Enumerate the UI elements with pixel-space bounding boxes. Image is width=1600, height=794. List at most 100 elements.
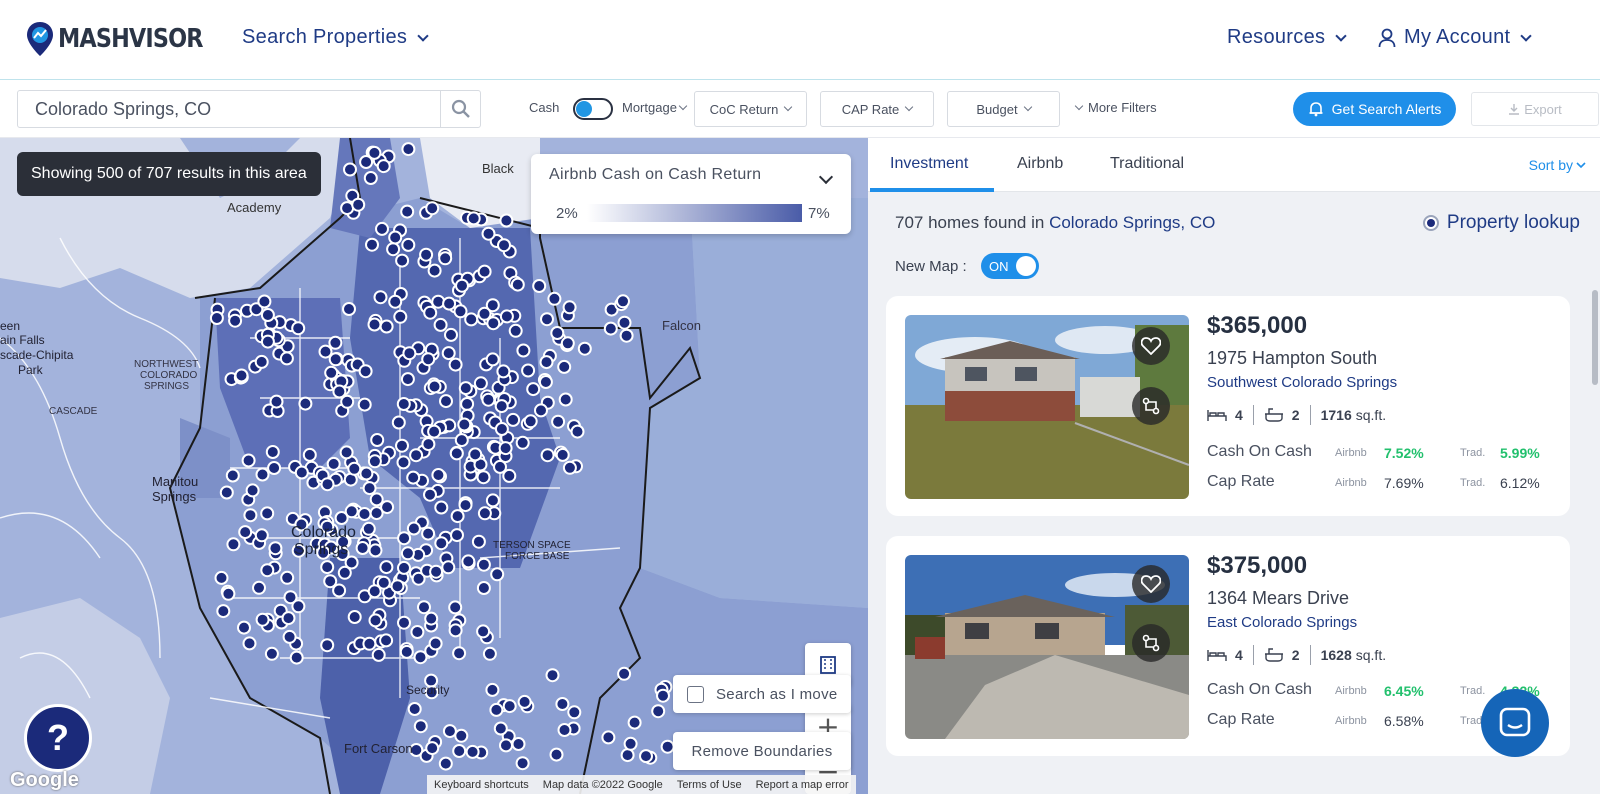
property-marker[interactable]	[326, 456, 341, 471]
property-marker[interactable]	[243, 508, 258, 523]
homes-city-link[interactable]: Colorado Springs, CO	[1049, 213, 1215, 232]
property-marker[interactable]	[396, 397, 411, 411]
property-marker[interactable]	[452, 744, 467, 758]
property-marker[interactable]	[506, 412, 521, 427]
property-marker[interactable]	[376, 159, 391, 174]
property-marker[interactable]	[400, 546, 415, 561]
property-marker[interactable]	[260, 308, 275, 322]
property-marker[interactable]	[517, 694, 532, 709]
property-marker[interactable]	[371, 647, 386, 662]
property-marker[interactable]	[369, 492, 384, 507]
tab-airbnb[interactable]: Airbnb	[1017, 155, 1063, 173]
property-marker[interactable]	[476, 581, 491, 595]
property-marker[interactable]	[410, 625, 425, 639]
property-marker[interactable]	[234, 368, 249, 383]
property-marker[interactable]	[439, 394, 453, 409]
map-view[interactable]: Black Academy Falcon een ain Falls scade…	[0, 138, 868, 794]
property-marker[interactable]	[425, 741, 440, 756]
property-marker[interactable]	[255, 467, 270, 482]
property-marker[interactable]	[493, 459, 507, 474]
property-marker[interactable]	[252, 580, 266, 595]
property-marker[interactable]	[282, 629, 297, 644]
property-marker[interactable]	[362, 481, 377, 496]
property-marker[interactable]	[417, 600, 431, 615]
listing-address[interactable]: 1364 Mears Drive	[1207, 588, 1349, 609]
property-marker[interactable]	[241, 453, 256, 468]
property-marker[interactable]	[367, 317, 382, 332]
property-marker[interactable]	[508, 323, 523, 338]
panel-scrollbar[interactable]	[1592, 290, 1598, 385]
property-marker[interactable]	[401, 142, 416, 157]
property-marker[interactable]	[617, 666, 632, 681]
property-marker[interactable]	[265, 445, 280, 459]
property-marker[interactable]	[497, 238, 511, 253]
property-marker[interactable]	[367, 454, 382, 469]
remove-boundaries-button[interactable]: Remove Boundaries	[673, 732, 851, 770]
radio-icon[interactable]	[1422, 215, 1439, 231]
property-marker[interactable]	[320, 560, 335, 575]
property-marker[interactable]	[549, 747, 564, 762]
property-marker[interactable]	[375, 221, 389, 236]
property-marker[interactable]	[267, 461, 282, 475]
property-marker[interactable]	[526, 382, 541, 397]
property-marker[interactable]	[482, 646, 497, 661]
property-marker[interactable]	[395, 438, 409, 453]
location-search-input[interactable]	[18, 91, 442, 127]
property-marker[interactable]	[363, 171, 378, 185]
property-marker[interactable]	[355, 541, 370, 555]
property-marker[interactable]	[464, 312, 479, 327]
property-marker[interactable]	[660, 739, 675, 754]
property-marker[interactable]	[386, 242, 401, 257]
chevron-down-icon[interactable]	[818, 169, 834, 185]
property-marker[interactable]	[362, 636, 377, 651]
get-search-alerts-button[interactable]: Get Search Alerts	[1293, 92, 1456, 126]
property-marker[interactable]	[539, 355, 554, 370]
property-marker[interactable]	[294, 465, 309, 480]
property-marker[interactable]	[485, 682, 500, 697]
property-marker[interactable]	[442, 296, 457, 311]
more-filters-button[interactable]: More Filters	[1074, 100, 1157, 115]
property-marker[interactable]	[342, 302, 356, 316]
property-marker[interactable]	[339, 445, 354, 460]
resources-menu[interactable]: Resources	[1227, 26, 1347, 49]
property-marker[interactable]	[603, 321, 618, 336]
property-marker[interactable]	[289, 650, 304, 665]
property-marker[interactable]	[421, 352, 436, 367]
property-marker[interactable]	[557, 359, 572, 374]
favorite-button[interactable]	[1132, 565, 1170, 603]
property-marker[interactable]	[448, 623, 463, 638]
tab-traditional[interactable]: Traditional	[1110, 155, 1184, 173]
property-marker[interactable]	[399, 644, 414, 659]
budget-filter[interactable]: Budget	[947, 91, 1060, 127]
property-marker[interactable]	[260, 506, 275, 521]
property-marker[interactable]	[254, 354, 269, 369]
property-marker[interactable]	[441, 346, 456, 361]
property-marker[interactable]	[499, 309, 514, 324]
compare-button[interactable]	[1132, 624, 1170, 662]
property-marker[interactable]	[444, 327, 458, 342]
property-marker[interactable]	[344, 504, 359, 519]
property-marker[interactable]	[550, 326, 565, 340]
property-marker[interactable]	[407, 702, 422, 716]
property-marker[interactable]	[238, 525, 253, 540]
property-marker[interactable]	[476, 624, 491, 639]
cash-mortgage-toggle[interactable]	[573, 98, 613, 120]
property-marker[interactable]	[465, 744, 480, 759]
property-marker[interactable]	[534, 403, 548, 418]
property-marker[interactable]	[547, 291, 562, 306]
property-marker[interactable]	[373, 290, 388, 305]
property-marker[interactable]	[406, 521, 421, 536]
property-marker[interactable]	[347, 461, 362, 476]
property-marker[interactable]	[367, 145, 382, 160]
property-marker[interactable]	[357, 397, 372, 412]
property-marker[interactable]	[347, 610, 362, 624]
property-marker[interactable]	[656, 688, 670, 703]
property-marker[interactable]	[438, 756, 453, 771]
property-marker[interactable]	[438, 251, 453, 266]
property-marker[interactable]	[423, 305, 438, 320]
new-map-toggle[interactable]: ON	[981, 253, 1039, 279]
chat-button[interactable]	[1481, 689, 1549, 757]
property-marker[interactable]	[391, 415, 406, 430]
property-marker[interactable]	[328, 335, 343, 350]
property-marker[interactable]	[368, 613, 383, 628]
